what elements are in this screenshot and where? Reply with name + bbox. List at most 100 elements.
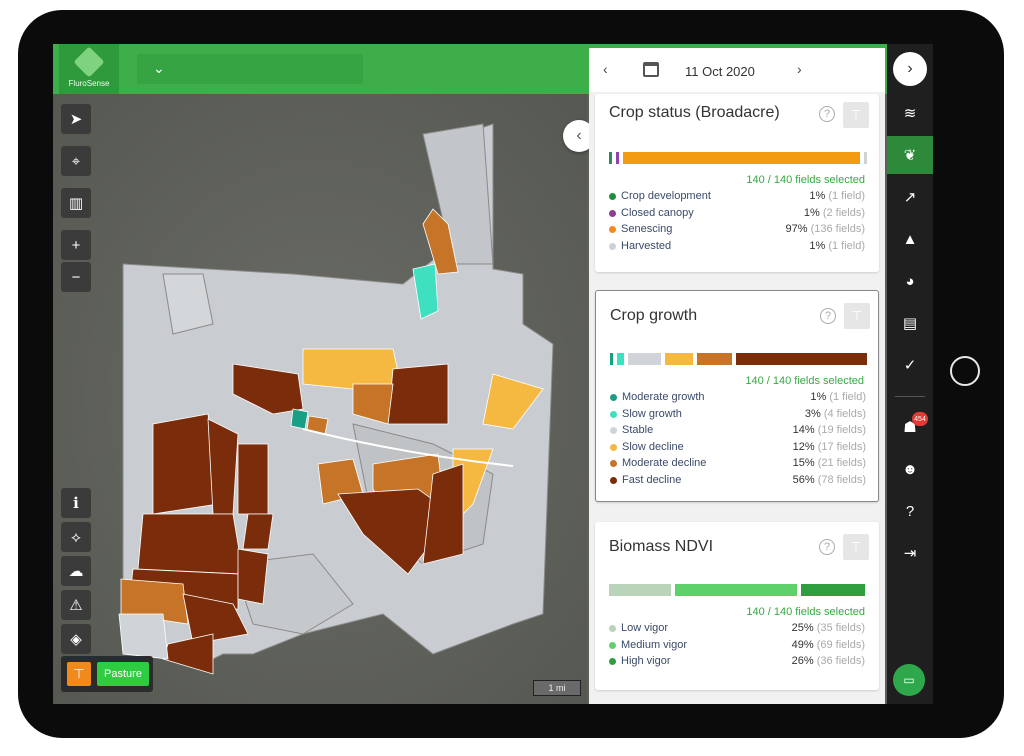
zoning-icon: ◕ — [905, 272, 915, 290]
legend-count: (1 field) — [828, 190, 865, 202]
notification-badge: 454 — [912, 412, 928, 426]
map-canvas[interactable] — [53, 94, 587, 704]
rail-button[interactable]: ↗ — [887, 178, 933, 216]
legend-row[interactable]: Medium vigor 49% (69 fields) — [609, 638, 865, 655]
legend-percent: 49% — [791, 638, 814, 651]
rail-button[interactable]: ❦ — [887, 136, 933, 174]
map-tools-bottom.2[interactable]: ☁ — [61, 556, 91, 586]
map-tools-bottom.4[interactable]: ◈ — [61, 624, 91, 654]
legend-row[interactable]: Senescing 97% (136 fields) — [609, 222, 865, 239]
legend-dot — [609, 242, 616, 250]
legend-row[interactable]: Slow decline 12% (17 fields) — [610, 440, 866, 457]
legend-value: 1% (2 fields) — [804, 207, 865, 219]
bar-segment[interactable] — [696, 353, 732, 365]
next-date-button[interactable]: › — [797, 61, 802, 77]
crop-growth-card[interactable]: Crop growth ? ⊤ 140 / 140 fields selecte… — [595, 290, 879, 502]
rail-divider — [895, 396, 925, 397]
map-tools-bottom.1[interactable]: ⟡ — [61, 522, 91, 552]
legend-count: (1 field) — [828, 239, 865, 252]
prev-date-button[interactable]: ‹ — [603, 61, 608, 77]
legend-row[interactable]: Stable 14% (19 fields) — [610, 423, 866, 440]
filter-icon[interactable]: ⊤ — [844, 303, 870, 329]
biomass-bar[interactable] — [609, 584, 865, 596]
bar-segment[interactable] — [675, 584, 797, 596]
warning-icon: ⚠ — [69, 597, 83, 614]
home-button[interactable] — [950, 356, 980, 386]
map-tools-bottom.0[interactable]: ℹ — [61, 488, 91, 518]
expand-panel-button[interactable]: › — [893, 52, 927, 86]
rail-button[interactable]: ? — [887, 492, 933, 530]
rail-button[interactable]: ▤ — [887, 304, 933, 342]
fields-selected-count: 140 / 140 fields selected — [745, 375, 864, 387]
map-tools.2[interactable]: ▥ — [61, 188, 91, 218]
rail-button[interactable]: ◕ — [887, 262, 933, 300]
crop-status-legend: Crop development 1% (1 field) Closed canop… — [609, 189, 865, 255]
bar-segment[interactable] — [623, 152, 860, 164]
map-view[interactable]: ➤ ⌖ ▥ + − ℹ ⟡ ☁ ⚠ ◈ — [53, 94, 587, 704]
legend-row[interactable]: Slow growth 3% (4 fields) — [610, 407, 866, 424]
bar-segment[interactable] — [800, 584, 865, 596]
rail-button[interactable]: ✓ — [887, 346, 933, 384]
legend-percent: 1% — [809, 190, 826, 202]
chevron-left-icon: ‹ — [576, 127, 582, 144]
map-tools.1[interactable]: ⌖ — [61, 146, 91, 176]
rail-button[interactable]: ⇥ — [887, 534, 933, 572]
legend-label: Slow decline — [622, 440, 684, 453]
bar-segment[interactable] — [664, 353, 693, 365]
bar-segment[interactable] — [609, 152, 612, 164]
filter-icon[interactable]: ⊤ — [843, 102, 869, 128]
bar-segment[interactable] — [617, 353, 624, 365]
legend-row[interactable]: Moderate decline 15% (21 fields) — [610, 456, 866, 473]
rail-button[interactable]: ▲ — [887, 220, 933, 258]
bar-segment[interactable] — [609, 584, 671, 596]
chat-button[interactable]: ▭ — [893, 664, 925, 696]
help-icon[interactable]: ? — [820, 308, 836, 324]
crop-growth-bar[interactable] — [610, 353, 867, 365]
filter-icon[interactable]: ⊤ — [843, 534, 869, 560]
rail-button[interactable]: ☻ — [887, 450, 933, 488]
legend-row[interactable]: Harvested 1% (1 field) — [609, 239, 865, 256]
rail-button[interactable]: ≋ — [887, 94, 933, 132]
crop-icon: ❦ — [903, 147, 917, 164]
help-icon[interactable]: ? — [819, 539, 835, 555]
legend-dot — [609, 658, 616, 665]
legend-percent: 56% — [792, 473, 815, 486]
map-tools.4[interactable]: − — [61, 262, 91, 292]
legend-dot — [610, 427, 617, 434]
rail-button[interactable]: ☗ 454 — [887, 408, 933, 446]
legend-count: (78 fields) — [817, 473, 866, 486]
current-date[interactable]: 11 Oct 2020 — [685, 64, 755, 79]
layers-icon: ◈ — [70, 631, 82, 648]
profile-icon: ☻ — [902, 460, 918, 478]
legend-value: 25% (35 fields) — [792, 622, 865, 634]
legend-row[interactable]: Crop development 1% (1 field) — [609, 189, 865, 206]
zoom-out-icon: − — [71, 268, 81, 286]
pasture-button[interactable]: Pasture — [97, 662, 149, 686]
legend-value: 97% (136 fields) — [785, 223, 865, 235]
bar-segment[interactable] — [610, 353, 613, 365]
filter-icon[interactable]: ⊤ — [67, 662, 91, 686]
help-icon[interactable]: ? — [819, 106, 835, 122]
map-tools.3[interactable]: + — [61, 230, 91, 260]
legend-count: (4 fields) — [823, 407, 866, 420]
bar-segment[interactable] — [628, 353, 661, 365]
legend-percent: 25% — [791, 622, 814, 634]
app-logo[interactable]: FluroSense — [59, 44, 119, 94]
legend-value: 1% (1 field) — [810, 391, 866, 403]
legend-row[interactable]: Low vigor 25% (35 fields) — [609, 621, 865, 638]
legend-row[interactable]: High vigor 26% (36 fields) — [609, 654, 865, 671]
legend-row[interactable]: Moderate growth 1% (1 field) — [610, 390, 866, 407]
calendar-icon[interactable] — [643, 62, 659, 77]
bar-segment[interactable] — [863, 152, 867, 164]
bar-segment[interactable] — [735, 353, 867, 365]
field-selector[interactable]: ⌄ — [137, 54, 363, 84]
fields-selected-count: 140 / 140 fields selected — [746, 174, 865, 186]
legend-row[interactable]: Closed canopy 1% (2 fields) — [609, 206, 865, 223]
map-tools-bottom.3[interactable]: ⚠ — [61, 590, 91, 620]
right-rail: › ≋ ❦ ↗ ▲ ◕ ▤ ✓ ☗ 454 ☻? ⇥ ▭ — [887, 44, 933, 704]
crop-status-bar[interactable] — [609, 152, 867, 164]
map-tools.0[interactable]: ➤ — [61, 104, 91, 134]
bar-segment[interactable] — [616, 152, 619, 164]
reports-icon: ✓ — [903, 357, 917, 374]
legend-row[interactable]: Fast decline 56% (78 fields) — [610, 473, 866, 490]
